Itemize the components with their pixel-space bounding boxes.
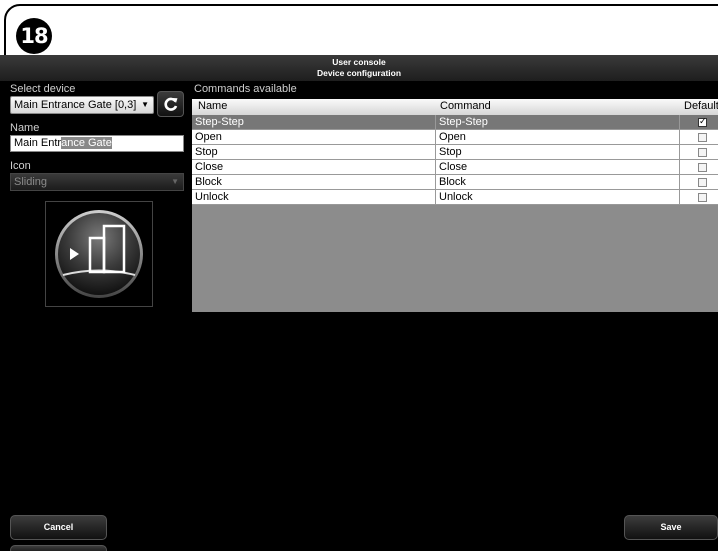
window-subtitle: Device configuration [316, 68, 402, 78]
icon-select-value: Sliding [14, 176, 48, 188]
cancel-button[interactable]: Cancel [10, 515, 107, 540]
window-title: User console [332, 57, 386, 67]
commands-table: Name Command Default Step-Step Step-Step… [192, 99, 718, 312]
table-row[interactable]: Unlock Unlock [192, 190, 718, 205]
command-name-cell: Block [192, 175, 436, 190]
command-value-cell: Stop [436, 145, 680, 160]
device-select-value: Main Entrance Gate [0,3] [14, 99, 137, 111]
refresh-button[interactable] [157, 91, 184, 117]
table-header: Name Command Default [192, 99, 718, 115]
default-checkbox[interactable] [698, 148, 707, 157]
table-row[interactable]: Block Block [192, 175, 718, 190]
icon-preview [45, 201, 153, 307]
command-name-cell: Step-Step [192, 115, 436, 130]
refresh-icon [163, 97, 177, 111]
command-value-cell: Block [436, 175, 680, 190]
default-checkbox[interactable] [698, 133, 707, 142]
command-name-cell: Open [192, 130, 436, 145]
icon-label: Icon [10, 160, 31, 172]
default-checkbox[interactable] [698, 178, 707, 187]
chevron-down-icon: ▼ [141, 100, 149, 109]
command-name-cell: Close [192, 160, 436, 175]
table-row[interactable]: Close Close [192, 160, 718, 175]
command-name-cell: Unlock [192, 190, 436, 205]
device-name-input[interactable]: Main Entrance Gate [10, 135, 184, 152]
title-bar: User console Device configuration [0, 55, 718, 81]
table-row[interactable]: Step-Step Step-Step [192, 115, 718, 130]
name-text-selection: ance Gate [61, 137, 112, 149]
icon-select[interactable]: Sliding ▼ [10, 173, 184, 191]
table-row[interactable]: Open Open [192, 130, 718, 145]
name-text: Main Entr [14, 137, 62, 149]
column-header-command: Command [440, 100, 491, 112]
app-window: User console Device configuration Select… [0, 55, 718, 551]
column-header-default: Default [684, 100, 718, 112]
commands-available-label: Commands available [194, 83, 297, 95]
secondary-button[interactable] [10, 545, 107, 551]
default-checkbox[interactable] [698, 116, 707, 127]
command-value-cell: Open [436, 130, 680, 145]
save-button[interactable]: Save [624, 515, 718, 540]
chevron-down-icon: ▼ [171, 177, 179, 186]
column-header-name: Name [198, 100, 228, 112]
default-checkbox[interactable] [698, 163, 707, 172]
sliding-gate-icon [55, 210, 143, 298]
step-number-badge: 18 [16, 18, 52, 54]
command-name-cell: Stop [192, 145, 436, 160]
command-value-cell: Unlock [436, 190, 680, 205]
table-row[interactable]: Stop Stop [192, 145, 718, 160]
device-select[interactable]: Main Entrance Gate [0,3] ▼ [10, 96, 154, 114]
name-label: Name [10, 122, 40, 134]
command-value-cell: Close [436, 160, 680, 175]
default-checkbox[interactable] [698, 193, 707, 202]
command-value-cell: Step-Step [436, 115, 680, 130]
select-device-label: Select device [10, 83, 76, 95]
